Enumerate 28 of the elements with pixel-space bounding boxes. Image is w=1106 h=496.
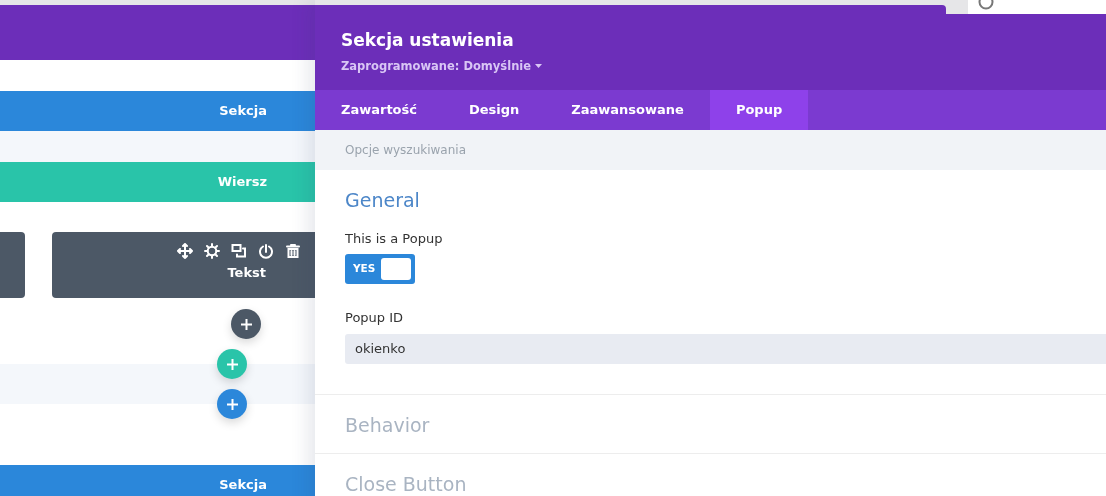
group-title[interactable]: General	[345, 170, 420, 229]
toggle-switch[interactable]: YES	[345, 254, 415, 284]
input-field[interactable]: okienko	[345, 333, 1106, 364]
search-field[interactable]: Opcje wyszukiwania	[343, 140, 643, 160]
move-icon[interactable]	[177, 243, 193, 259]
tab[interactable]: Popup	[709, 90, 809, 130]
section-label: Sekcja	[219, 476, 267, 495]
trash-icon[interactable]	[285, 243, 301, 259]
plus-icon	[226, 358, 238, 370]
row-label: Wiersz	[217, 173, 267, 192]
add-button[interactable]	[217, 389, 247, 419]
preset-dropdown[interactable]: Zaprogramowane: Domyślnie	[341, 57, 543, 75]
settings-icon[interactable]	[204, 243, 220, 259]
plus-icon	[226, 398, 238, 410]
section-label: Sekcja	[219, 102, 267, 121]
module-label: Tekst	[227, 264, 266, 282]
duplicate-icon[interactable]	[231, 243, 247, 259]
tab[interactable]: Zawartość	[315, 90, 443, 130]
tab[interactable]: Zaawansowane	[545, 90, 710, 130]
plus-icon	[240, 318, 252, 330]
caret-icon	[535, 64, 543, 69]
panel-title: Sekcja ustawienia	[341, 29, 515, 52]
tab[interactable]: Design	[443, 90, 546, 130]
browser-tab[interactable]	[968, 0, 1106, 14]
field-label: This is a Popup	[345, 229, 444, 248]
power-icon[interactable]	[258, 243, 274, 259]
add-button[interactable]	[231, 309, 261, 339]
field-label: Popup ID	[345, 309, 405, 327]
